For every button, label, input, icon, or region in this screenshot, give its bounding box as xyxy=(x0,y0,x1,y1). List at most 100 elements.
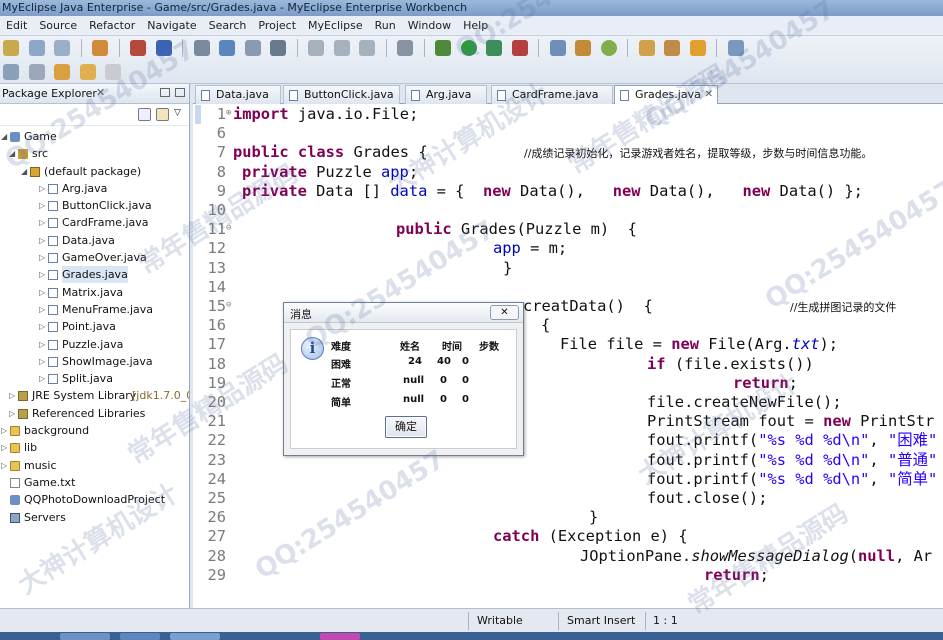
menu-edit[interactable]: Edit xyxy=(0,16,33,35)
expand-toggle-icon[interactable]: ▷ xyxy=(39,318,45,335)
expand-toggle-icon[interactable]: ▷ xyxy=(39,284,45,301)
back-icon[interactable] xyxy=(79,64,96,80)
expand-toggle-icon[interactable]: ▷ xyxy=(1,439,7,456)
expand-toggle-icon[interactable]: ▷ xyxy=(39,266,45,283)
close-icon[interactable]: ✕ xyxy=(96,86,105,99)
tree-item[interactable]: ◢ src xyxy=(0,145,189,162)
tree-item[interactable]: Servers xyxy=(0,509,189,526)
browser-icon[interactable] xyxy=(270,40,286,56)
tree-item[interactable]: Game.txt xyxy=(0,474,189,491)
tree-item[interactable]: ▷ GameOver.java xyxy=(0,249,189,266)
menu-search[interactable]: Search xyxy=(203,16,253,35)
expand-toggle-icon[interactable]: ▷ xyxy=(39,232,45,249)
link-editor-icon[interactable] xyxy=(156,108,169,121)
toggle-icon[interactable] xyxy=(3,64,19,80)
expand-toggle-icon[interactable]: ▷ xyxy=(9,405,15,422)
tree-item[interactable]: ▷ Referenced Libraries xyxy=(0,405,189,422)
tree-item[interactable]: ▷ Grades.java xyxy=(0,266,189,284)
tab-buttonclick-java[interactable]: ButtonClick.java xyxy=(283,85,400,104)
menu-source[interactable]: Source xyxy=(33,16,83,35)
save-all-icon[interactable] xyxy=(54,40,70,56)
tree-item[interactable]: ▷ Point.java xyxy=(0,318,189,335)
tab-data-java[interactable]: Data.java xyxy=(195,85,281,104)
tab-grades-java[interactable]: Grades.java ✕ xyxy=(614,85,718,104)
new-class-icon[interactable] xyxy=(549,40,566,56)
tree-item[interactable]: ▷ MenuFrame.java xyxy=(0,301,189,318)
taskbar-button[interactable] xyxy=(170,633,220,640)
external-tools-icon[interactable] xyxy=(511,40,528,56)
run-server-icon[interactable] xyxy=(486,40,502,56)
menu-run[interactable]: Run xyxy=(369,16,402,35)
server-config-icon[interactable] xyxy=(244,40,261,56)
fold-icon[interactable]: ⊖ xyxy=(226,296,231,315)
dialog-title-bar[interactable]: 消息 ✕ xyxy=(284,303,523,323)
expand-toggle-icon[interactable]: ▷ xyxy=(39,370,45,387)
fold-icon[interactable]: ⊕ xyxy=(226,104,231,123)
annotation-icon[interactable] xyxy=(28,64,45,80)
tree-item[interactable]: QQPhotoDownloadProject xyxy=(0,491,189,508)
tree-item[interactable]: ◢ Game xyxy=(0,128,189,145)
dialog-close-button[interactable]: ✕ xyxy=(490,305,519,320)
new-project-icon[interactable] xyxy=(600,40,617,56)
package-explorer-tab[interactable]: Package Explorer ✕ xyxy=(0,84,189,104)
menu-myeclipse[interactable]: MyEclipse xyxy=(302,16,369,35)
last-edit-icon[interactable] xyxy=(54,64,70,80)
minimize-icon[interactable] xyxy=(160,88,170,97)
tree-item[interactable]: ▷ Puzzle.java xyxy=(0,336,189,353)
tree-item[interactable]: ▷ Matrix.java xyxy=(0,284,189,301)
deploy-icon[interactable] xyxy=(193,40,210,56)
maximize-icon[interactable] xyxy=(175,88,185,97)
wizard-icon[interactable] xyxy=(92,40,108,56)
forward-icon[interactable] xyxy=(105,64,121,80)
debug-icon[interactable] xyxy=(435,40,451,56)
tree-item[interactable]: ▷ background xyxy=(0,422,189,439)
expand-toggle-icon[interactable]: ◢ xyxy=(9,145,15,162)
expand-toggle-icon[interactable]: ▷ xyxy=(1,457,7,474)
expand-toggle-icon[interactable]: ◢ xyxy=(21,163,27,180)
tool-icon[interactable] xyxy=(308,40,324,56)
view-menu-icon[interactable]: ▽ xyxy=(174,108,187,121)
close-icon[interactable]: ✕ xyxy=(705,86,713,104)
tab-arg-java[interactable]: Arg.java xyxy=(405,85,487,104)
menu-help[interactable]: Help xyxy=(457,16,494,35)
fold-icon[interactable]: ⊖ xyxy=(226,219,231,238)
tree-item[interactable]: ▷ Arg.java xyxy=(0,180,189,197)
tree-item[interactable]: ▷ ButtonClick.java xyxy=(0,197,189,214)
monitor-icon[interactable] xyxy=(397,40,413,56)
expand-toggle-icon[interactable]: ▷ xyxy=(39,336,45,353)
open-resource-icon[interactable] xyxy=(155,40,172,56)
tree-item[interactable]: ▷ music xyxy=(0,457,189,474)
tab-cardframe-java[interactable]: CardFrame.java xyxy=(491,85,613,104)
new-package-icon[interactable] xyxy=(575,40,591,56)
tree-item[interactable]: ◢ (default package) xyxy=(0,163,189,180)
tool-icon[interactable] xyxy=(333,40,350,56)
tree-item[interactable]: ▷ JRE System Library [jdk1.7.0_0 xyxy=(0,387,189,404)
tree-item[interactable]: ▷ Split.java xyxy=(0,370,189,387)
expand-toggle-icon[interactable]: ▷ xyxy=(39,197,45,214)
taskbar-button[interactable] xyxy=(320,633,360,640)
folder-icon[interactable] xyxy=(689,40,706,56)
expand-toggle-icon[interactable]: ▷ xyxy=(1,422,7,439)
taskbar-button[interactable] xyxy=(60,633,110,640)
expand-toggle-icon[interactable]: ▷ xyxy=(9,387,15,404)
menu-project[interactable]: Project xyxy=(252,16,302,35)
tool-icon[interactable] xyxy=(359,40,375,56)
perspective-icon[interactable] xyxy=(727,40,744,56)
run-icon[interactable] xyxy=(460,40,477,56)
expand-toggle-icon[interactable]: ▷ xyxy=(39,249,45,266)
open-type-icon[interactable] xyxy=(130,40,146,56)
expand-toggle-icon[interactable]: ▷ xyxy=(39,301,45,318)
expand-toggle-icon[interactable]: ▷ xyxy=(39,353,45,370)
server-start-icon[interactable] xyxy=(219,40,235,56)
new-icon[interactable] xyxy=(3,40,19,56)
taskbar-button[interactable] xyxy=(120,633,160,640)
expand-toggle-icon[interactable]: ▷ xyxy=(39,214,45,231)
ok-button[interactable]: 确定 xyxy=(385,416,427,438)
edit-icon[interactable] xyxy=(664,40,680,56)
tree-item[interactable]: ▷ Data.java xyxy=(0,232,189,249)
expand-toggle-icon[interactable]: ▷ xyxy=(39,180,45,197)
menu-window[interactable]: Window xyxy=(402,16,457,35)
tree-item[interactable]: ▷ ShowImage.java xyxy=(0,353,189,370)
open-folder-icon[interactable] xyxy=(638,40,655,56)
menu-refactor[interactable]: Refactor xyxy=(83,16,141,35)
